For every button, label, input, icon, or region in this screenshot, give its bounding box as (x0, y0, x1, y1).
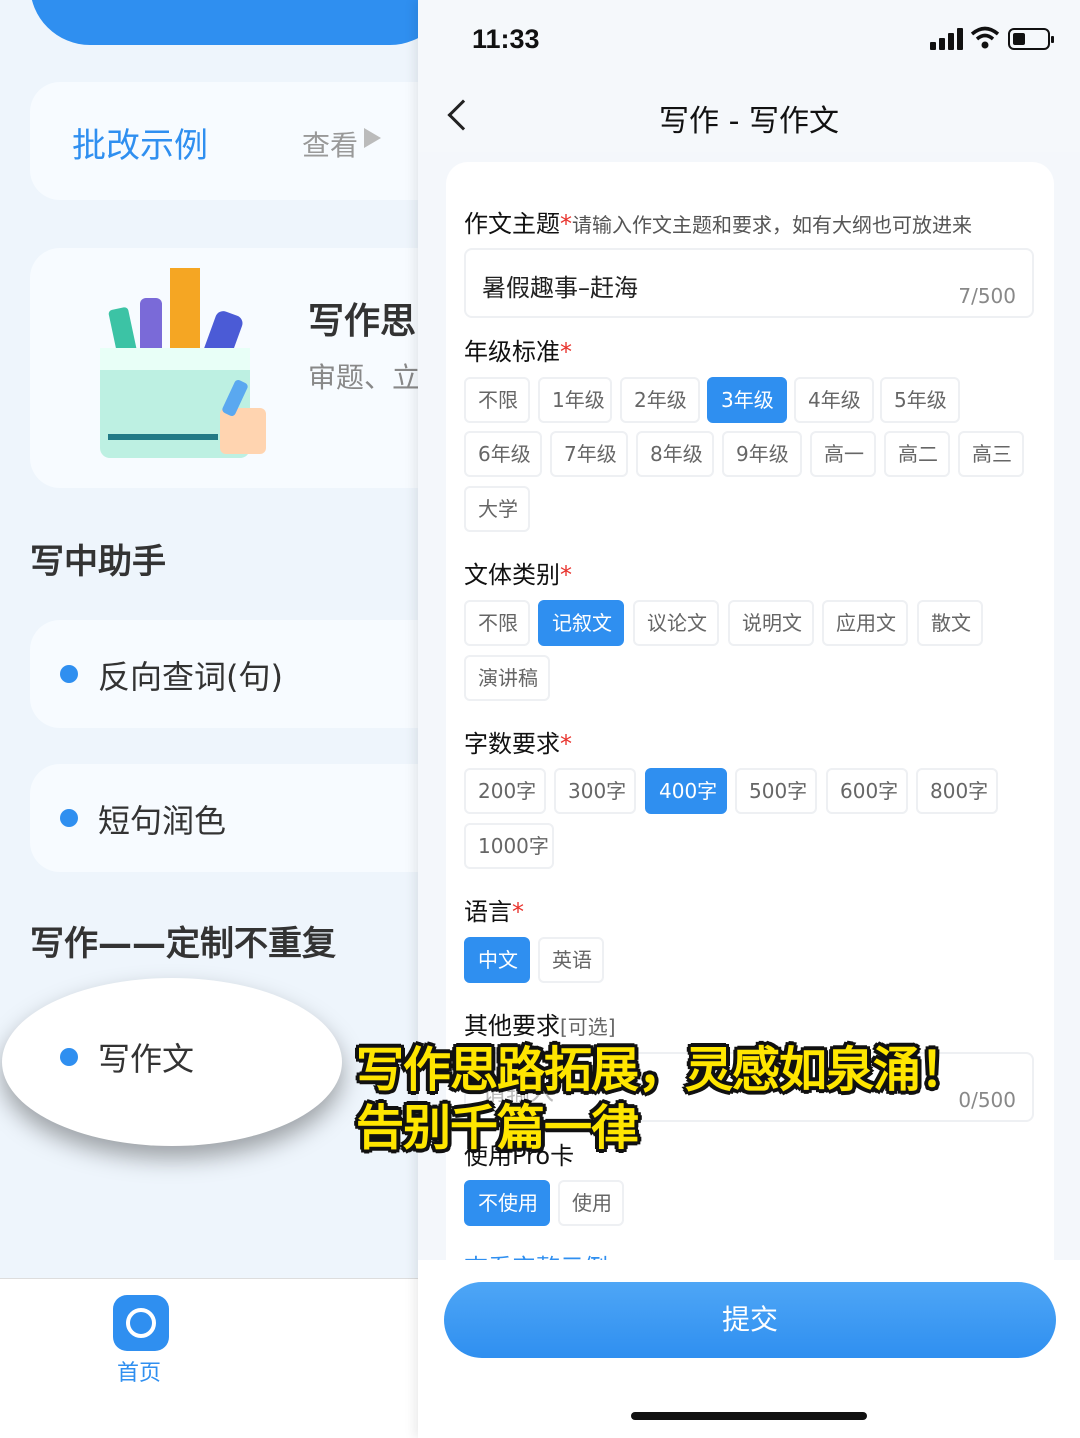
required-star: * (512, 898, 524, 926)
grade-option[interactable]: 7年级 (550, 431, 628, 477)
required-star: * (560, 730, 572, 758)
play-arrow-icon (364, 128, 381, 148)
language-label-text: 语言 (464, 898, 512, 926)
grade-option[interactable]: 1年级 (538, 377, 612, 423)
topic-label: 作文主题*请输入作文主题和要求，如有大纲也可放进来 (464, 204, 972, 239)
grade-option[interactable]: 9年级 (722, 431, 802, 477)
tab-home-label[interactable]: 首页 (117, 1355, 161, 1387)
list-item-write-essay[interactable]: 写作文 (2, 978, 342, 1146)
home-icon[interactable] (113, 1295, 169, 1351)
topic-hint: 请输入作文主题和要求，如有大纲也可放进来 (572, 213, 972, 237)
submit-area: 提交 (418, 1260, 1080, 1438)
word-count-option[interactable]: 200字 (464, 768, 546, 814)
pencil-box-illustration-icon (100, 268, 266, 458)
submit-button[interactable]: 提交 (444, 1282, 1056, 1358)
genre-option[interactable]: 应用文 (822, 600, 908, 646)
battery-icon (1008, 28, 1054, 50)
list-item-label: 反向查词(句) (98, 658, 283, 696)
required-star: * (560, 561, 572, 589)
tab-bar: 首页 (0, 1278, 420, 1438)
genre-option[interactable]: 散文 (917, 600, 983, 646)
genre-option[interactable]: 演讲稿 (464, 655, 550, 701)
list-item-label: 短句润色 (98, 802, 227, 840)
page-title: 写作 - 写作文 (659, 104, 839, 139)
grade-option[interactable]: 高三 (958, 431, 1024, 477)
header-banner (30, 0, 420, 45)
language-label: 语言* (464, 892, 524, 927)
list-item-reverse-lookup[interactable]: 反向查词(句) (30, 620, 420, 728)
genre-option-selected[interactable]: 记叙文 (538, 600, 624, 646)
genre-option[interactable]: 不限 (464, 600, 530, 646)
grade-option[interactable]: 5年级 (880, 377, 960, 423)
grade-option[interactable]: 大学 (464, 486, 530, 532)
genre-option[interactable]: 议论文 (633, 600, 719, 646)
word-count-option[interactable]: 500字 (735, 768, 817, 814)
topic-label-text: 作文主题 (464, 210, 560, 238)
home-screen: 批改示例 查看 写作思 审题、立 写中助手 反向查词(句) 短句润色 写作——定… (0, 0, 420, 1438)
pro-card-option[interactable]: 使用 (558, 1180, 624, 1226)
status-bar: 11:33 (418, 0, 1080, 80)
word-count-option[interactable]: 600字 (826, 768, 908, 814)
grade-option[interactable]: 8年级 (636, 431, 714, 477)
assistant-section-title: 写中助手 (30, 542, 166, 582)
list-item-polish[interactable]: 短句润色 (30, 764, 420, 872)
grade-option-selected[interactable]: 3年级 (707, 377, 787, 423)
grade-option[interactable]: 6年级 (464, 431, 542, 477)
home-indicator (631, 1412, 867, 1420)
grade-option[interactable]: 不限 (464, 377, 530, 423)
caption-line-2: 告别千篇一律 (356, 1100, 639, 1156)
word-count-label: 字数要求* (464, 724, 572, 759)
view-link[interactable]: 查看 (302, 124, 358, 164)
language-option-selected[interactable]: 中文 (464, 937, 530, 983)
list-item-label: 写作文 (98, 1040, 195, 1078)
status-time: 11:33 (472, 24, 540, 54)
word-count-option[interactable]: 300字 (554, 768, 636, 814)
required-star: * (560, 338, 572, 366)
wifi-icon (970, 26, 1000, 49)
genre-label: 文体类别* (464, 555, 572, 590)
pro-card-option-selected[interactable]: 不使用 (464, 1180, 550, 1226)
topic-input-value: 暑假趣事–赶海 (482, 274, 638, 302)
bullet-icon (60, 1048, 78, 1066)
example-card-title: 批改示例 (72, 126, 208, 166)
grade-option[interactable]: 4年级 (794, 377, 874, 423)
writing-thinking-card[interactable]: 写作思 审题、立 (30, 248, 420, 488)
grade-label: 年级标准* (464, 332, 572, 367)
topic-char-counter: 7/500 (958, 284, 1016, 308)
bullet-icon (60, 809, 78, 827)
thinking-card-subtitle: 审题、立 (308, 361, 420, 394)
bullet-icon (60, 665, 78, 683)
word-count-label-text: 字数要求 (464, 730, 560, 758)
word-count-option[interactable]: 1000字 (464, 823, 554, 869)
writing-section-title: 写作——定制不重复 (30, 924, 336, 964)
required-star: * (560, 210, 572, 238)
nav-bar: 写作 - 写作文 (418, 80, 1080, 152)
language-option[interactable]: 英语 (538, 937, 604, 983)
grade-option[interactable]: 2年级 (620, 377, 700, 423)
correction-example-card[interactable]: 批改示例 查看 (30, 82, 420, 200)
genre-label-text: 文体类别 (464, 561, 560, 589)
signal-icon (930, 28, 963, 50)
grade-option[interactable]: 高一 (810, 431, 876, 477)
write-essay-screen: 11:33 写作 - 写作文 作文主题*请输入作文主题和要求，如有大纲也可放进来… (418, 0, 1080, 1438)
grade-label-text: 年级标准 (464, 338, 560, 366)
thinking-card-title: 写作思 (308, 301, 417, 342)
word-count-option[interactable]: 800字 (916, 768, 998, 814)
genre-option[interactable]: 说明文 (728, 600, 814, 646)
topic-input[interactable]: 暑假趣事–赶海 7/500 (464, 248, 1034, 318)
word-count-option-selected[interactable]: 400字 (645, 768, 727, 814)
grade-option[interactable]: 高二 (884, 431, 950, 477)
